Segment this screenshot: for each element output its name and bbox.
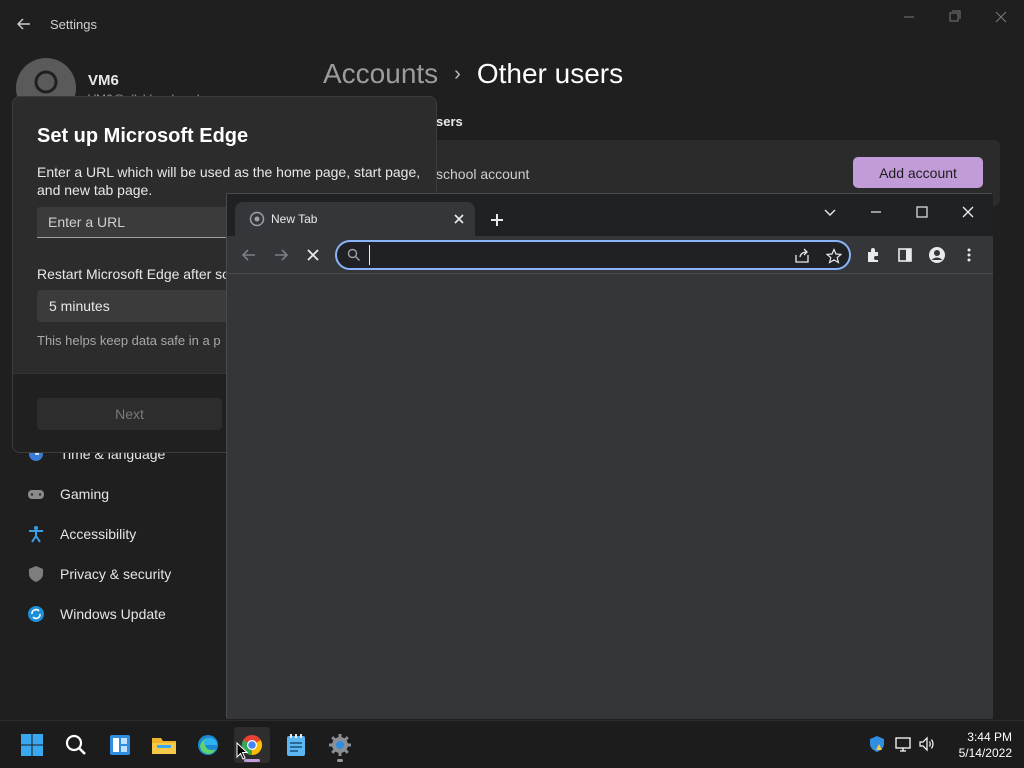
sidebar-item-label: Accessibility xyxy=(60,526,137,542)
share-icon[interactable] xyxy=(793,247,811,265)
forward-icon[interactable] xyxy=(271,245,291,265)
running-indicator xyxy=(337,759,343,762)
refresh-icon xyxy=(26,604,46,624)
file-explorer-icon[interactable] xyxy=(146,727,182,763)
page-content xyxy=(227,274,993,719)
network-icon[interactable] xyxy=(894,735,912,753)
settings-titlebar: Settings xyxy=(0,0,1024,48)
account-description: school account xyxy=(436,166,530,182)
search-icon[interactable] xyxy=(58,727,94,763)
stop-loading-icon[interactable] xyxy=(303,245,323,265)
app-title: Settings xyxy=(50,17,97,32)
start-icon[interactable] xyxy=(14,727,50,763)
dialog-title: Set up Microsoft Edge xyxy=(37,125,249,147)
clock-time: 3:44 PM xyxy=(967,730,1012,744)
sidebar-item-label: Windows Update xyxy=(60,606,166,622)
sidebar-item-privacy-security[interactable]: Privacy & security xyxy=(26,562,171,586)
sidebar-item-windows-update[interactable]: Windows Update xyxy=(26,602,166,626)
next-button[interactable]: Next xyxy=(37,398,222,430)
loading-icon xyxy=(249,211,265,227)
taskbar: 3:44 PM 5/14/2022 xyxy=(0,720,1024,768)
tab-new-tab[interactable]: New Tab xyxy=(235,202,475,236)
shield-icon xyxy=(26,564,46,584)
sidebar-item-label: Privacy & security xyxy=(60,566,172,582)
clock[interactable]: 3:44 PM 5/14/2022 xyxy=(944,729,1012,761)
text-caret xyxy=(369,245,370,265)
mouse-cursor-icon xyxy=(236,741,249,765)
accessibility-icon xyxy=(26,524,46,544)
notepad-icon[interactable] xyxy=(278,727,314,763)
settings-icon[interactable] xyxy=(322,727,358,763)
breadcrumb-accounts[interactable]: Accounts xyxy=(323,58,438,90)
new-tab-button[interactable] xyxy=(487,210,507,230)
chrome-toolbar xyxy=(227,236,993,274)
menu-kebab-icon[interactable] xyxy=(959,245,979,265)
chrome-minimize-button[interactable] xyxy=(864,200,888,224)
widgets-icon[interactable] xyxy=(102,727,138,763)
page-title: Other users xyxy=(476,58,624,89)
sidebar-item-gaming[interactable]: Gaming xyxy=(26,482,109,506)
side-panel-icon[interactable] xyxy=(895,245,915,265)
chrome-tabstrip: New Tab xyxy=(227,194,993,236)
breadcrumb: Accounts › Other users xyxy=(323,58,623,90)
close-button[interactable] xyxy=(987,8,1015,26)
tab-search-chevron-icon[interactable] xyxy=(818,200,842,224)
address-input[interactable] xyxy=(367,246,767,264)
chrome-window: New Tab xyxy=(226,193,993,719)
extensions-icon[interactable] xyxy=(863,245,883,265)
clock-date: 5/14/2022 xyxy=(958,746,1012,760)
back-arrow-icon[interactable] xyxy=(14,14,34,34)
volume-icon[interactable] xyxy=(918,735,936,753)
omnibox[interactable] xyxy=(335,240,851,270)
profile-icon[interactable] xyxy=(927,245,947,265)
gamepad-icon xyxy=(26,484,46,504)
restore-button[interactable] xyxy=(941,8,969,26)
security-shield-icon[interactable] xyxy=(868,735,886,753)
edge-icon[interactable] xyxy=(190,727,226,763)
tab-title: New Tab xyxy=(271,212,318,226)
profile-name: VM6 xyxy=(88,72,119,89)
section-label: sers xyxy=(436,114,463,129)
breadcrumb-separator: › xyxy=(454,62,461,85)
bookmark-star-icon[interactable] xyxy=(825,247,843,265)
add-account-button[interactable]: Add account xyxy=(853,157,983,188)
search-icon xyxy=(347,248,361,262)
restart-label: Restart Microsoft Edge after so xyxy=(37,266,230,282)
chrome-maximize-button[interactable] xyxy=(910,200,934,224)
sidebar-item-label: Gaming xyxy=(60,486,110,502)
back-icon[interactable] xyxy=(239,245,259,265)
minimize-button[interactable] xyxy=(895,8,923,26)
chrome-close-button[interactable] xyxy=(956,200,980,224)
dialog-note: This helps keep data safe in a p xyxy=(37,333,221,348)
sidebar-item-accessibility[interactable]: Accessibility xyxy=(26,522,136,546)
tab-close-icon[interactable] xyxy=(452,212,466,226)
